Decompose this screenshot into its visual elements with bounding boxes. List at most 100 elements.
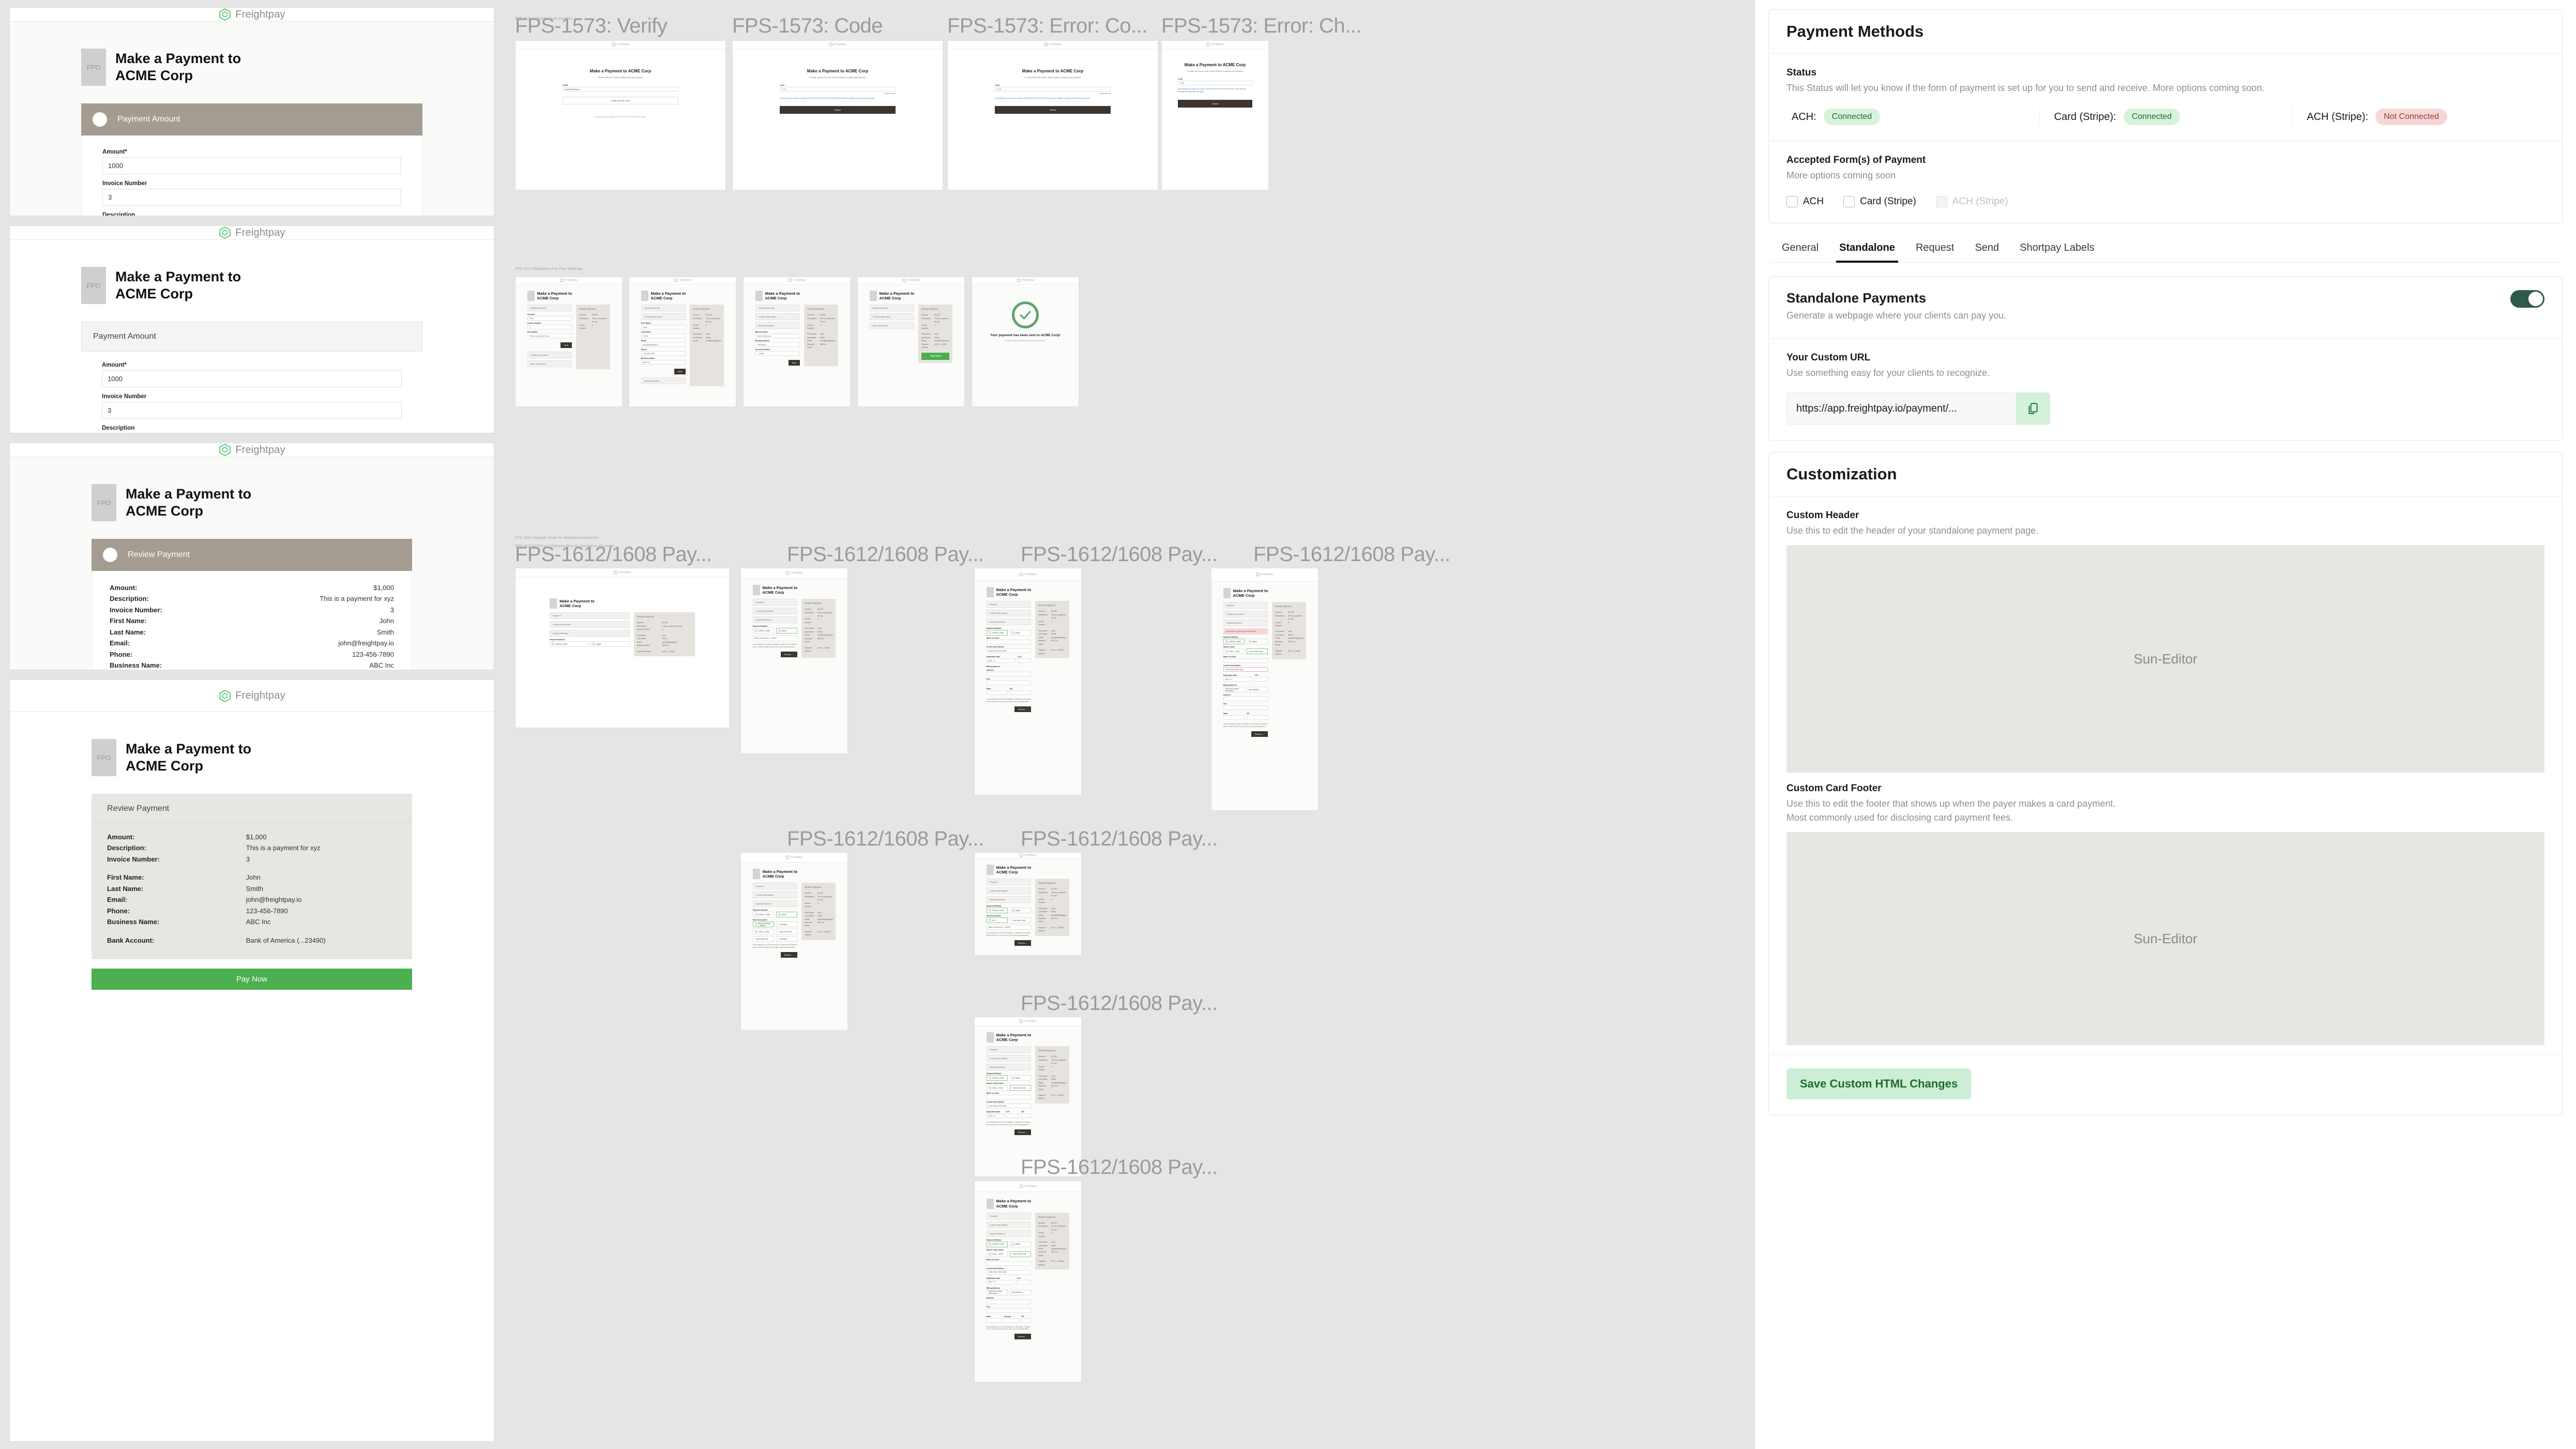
design-frame[interactable]: Freightpay Make a Payment to ACME Corp Pa… — [974, 1181, 1082, 1382]
standalone-payments-toggle[interactable] — [2510, 290, 2544, 308]
email-input[interactable]: john@freightpay.io — [563, 87, 678, 92]
zip-input[interactable] — [1246, 715, 1268, 720]
design-frame[interactable]: Freightpay Make a Payment to ACME Corp T… — [947, 40, 1158, 190]
submit-button[interactable]: Submit — [1177, 99, 1253, 108]
design-frame[interactable]: Freightpay Make a Payment to ACME Corp Pa… — [974, 568, 1082, 795]
tab-standalone[interactable]: Standalone — [1829, 235, 1905, 263]
account-number-input[interactable]: ...23490 — [755, 351, 800, 356]
city-input[interactable] — [986, 1308, 1032, 1313]
chip-credit-card[interactable]: CREDIT CARD — [986, 1241, 1008, 1247]
address-input[interactable] — [986, 672, 1032, 677]
expiration-input[interactable]: MM / YY — [986, 1113, 1004, 1119]
review-button[interactable]: Review → — [1251, 731, 1268, 737]
design-frame[interactable]: Freightpay Make a Payment to ACME Corp T… — [1161, 40, 1269, 190]
saved-bank-select[interactable]: Bank of America (...23490) — [752, 635, 798, 642]
settings-tabs[interactable]: General Standalone Request Send Shortpay… — [1771, 235, 2563, 263]
chip-add-credit-card[interactable]: + Add Credit Card — [1246, 648, 1268, 655]
frame-title[interactable]: FPS-1573: Code — [732, 14, 883, 38]
chip-saved-bank[interactable]: Bank of America (...23490) — [752, 922, 774, 928]
section-header-review-payment[interactable]: Review Payment — [92, 539, 412, 571]
verify-and-get-code-button[interactable]: Verify and Get Code — [563, 97, 678, 105]
state-input[interactable] — [986, 690, 1008, 696]
address-input[interactable] — [986, 1299, 1032, 1304]
credit-card-number-input[interactable]: 0000 0000 0000 0000 — [986, 1104, 1032, 1109]
zip-input[interactable] — [1021, 1113, 1032, 1119]
section-payment[interactable]: Payment — [550, 612, 630, 620]
section-contact-information[interactable]: Contact Information — [752, 608, 798, 615]
section-payment[interactable]: Payment — [752, 599, 798, 606]
chip-saved-bank[interactable]: ACH — [986, 917, 1008, 924]
section-payment[interactable]: Payment — [986, 879, 1032, 886]
last-name-input[interactable]: Smith — [641, 334, 686, 339]
chip-bank[interactable]: BANK — [590, 641, 630, 647]
custom-header-editor[interactable]: Sun-Editor — [1786, 545, 2544, 773]
submit-button[interactable]: Submit — [780, 106, 896, 114]
chip-add-credit-card[interactable]: + Add Credit Card — [1009, 1251, 1032, 1257]
description-input[interactable]: This is a payment for xyz — [527, 334, 572, 339]
design-frame[interactable]: Freightpay Make a Payment to ACME Corp Pa… — [1211, 568, 1319, 811]
pay-now-button[interactable]: Pay Now — [92, 968, 412, 990]
next-button[interactable]: Next — [560, 342, 572, 349]
chip-same-as-contact[interactable]: Same as Contact Information — [1223, 687, 1245, 693]
review-button[interactable]: Review → — [780, 952, 798, 958]
country-input[interactable] — [1004, 1318, 1020, 1323]
section-bank-information[interactable]: Bank Information — [869, 322, 915, 329]
saved-bank-select[interactable]: Bank of America (...23490) — [986, 925, 1032, 930]
name-on-card-input[interactable] — [986, 1095, 1032, 1100]
bank-account-input[interactable]: Bank of America — [755, 334, 800, 339]
submit-button[interactable]: Submit — [995, 106, 1111, 114]
name-on-card-input[interactable] — [1223, 658, 1268, 663]
frame-title[interactable]: FPS-1573: Error: Co... — [947, 14, 1147, 38]
invoice-number-input[interactable]: 3 — [102, 402, 402, 419]
design-frame[interactable]: Freightpay Make a Payment to ACME Corp T… — [732, 40, 943, 190]
custom-url-input[interactable]: https://app.freightpay.io/payment/... — [1786, 393, 2016, 425]
zip-input[interactable] — [1009, 690, 1032, 696]
tab-request[interactable]: Request — [1905, 235, 1965, 262]
chip-new-address[interactable]: New Address — [1246, 687, 1268, 693]
section-payment[interactable]: Payment — [752, 883, 798, 890]
chip-bank[interactable]: BANK — [1009, 908, 1032, 914]
section-payment[interactable]: Payment — [1223, 602, 1268, 609]
section-bank-information[interactable]: Bank Information — [641, 378, 686, 385]
chip-bank[interactable]: BANK — [1246, 639, 1268, 645]
chip-new-address[interactable]: New Address — [1009, 1289, 1032, 1295]
address-input[interactable] — [1223, 697, 1268, 702]
tab-general[interactable]: General — [1771, 235, 1829, 262]
frame-title[interactable]: FPS-1612/1608 Pay... — [787, 827, 984, 851]
city-input[interactable] — [986, 681, 1032, 686]
design-frame[interactable]: Freightpay Make a Payment to ACME Corp Pa… — [515, 277, 623, 407]
section-payment-method[interactable]: Payment Method — [986, 1230, 1032, 1237]
design-frame[interactable]: Freightpay Make a Payment to ACME Corp Pa… — [515, 568, 730, 728]
chip-credit-card[interactable]: CREDIT CARD — [752, 628, 774, 634]
credit-card-number-input[interactable]: 0000 0000 0000 0000 — [986, 648, 1032, 654]
cvv-input[interactable] — [1254, 677, 1268, 682]
credit-card-number-input[interactable]: 0000 0000 0000 0000 — [986, 1270, 1032, 1275]
frame-title[interactable]: FPS-1573: Verify — [515, 14, 668, 38]
copy-url-button[interactable] — [2016, 393, 2050, 425]
name-on-card-input[interactable] — [986, 1261, 1032, 1266]
save-custom-html-button[interactable]: Save Custom HTML Changes — [1786, 1068, 1972, 1099]
chip-add-bank[interactable]: + Add Bank — [776, 922, 798, 928]
design-frame[interactable]: Freightpay Make a Payment to ACME Corp Pa… — [740, 852, 848, 1031]
design-frame[interactable]: Freightpay Make a Payment to ACME Corp Pa… — [857, 277, 965, 407]
code-input[interactable]: 7124 — [995, 87, 1111, 92]
business-name-input[interactable]: ABC Inc — [641, 360, 686, 365]
invoice-number-input[interactable]: 3 — [102, 189, 401, 206]
code-input[interactable]: 7124 — [1177, 81, 1253, 86]
section-payment-amount[interactable]: Payment Amount — [641, 305, 686, 312]
checkbox-ach[interactable]: ACH — [1786, 196, 1824, 207]
section-contact-information[interactable]: Contact Information — [869, 313, 915, 321]
section-payment-method[interactable]: Payment Method — [752, 900, 798, 908]
resend-code-link[interactable]: Resend Code — [995, 93, 1111, 95]
section-payment-method[interactable]: Payment Method — [986, 896, 1032, 903]
section-contact-information[interactable]: Contact Information — [550, 621, 630, 628]
checkbox-icon[interactable] — [1843, 196, 1855, 207]
email-input[interactable]: john@freightpay.io — [641, 342, 686, 348]
section-contact-information[interactable]: Contact Information — [1223, 611, 1268, 618]
credit-card-number-input[interactable]: 0000 0000 0000 0000 — [1223, 667, 1268, 672]
expiration-input[interactable]: MM / YY — [1223, 677, 1253, 682]
review-button[interactable]: Review → — [780, 651, 798, 657]
section-payment-method[interactable]: Payment Method — [986, 1064, 1032, 1071]
chip-credit-card[interactable]: CREDIT CARD — [752, 912, 774, 918]
section-contact-information[interactable]: Contact Information — [986, 887, 1032, 895]
